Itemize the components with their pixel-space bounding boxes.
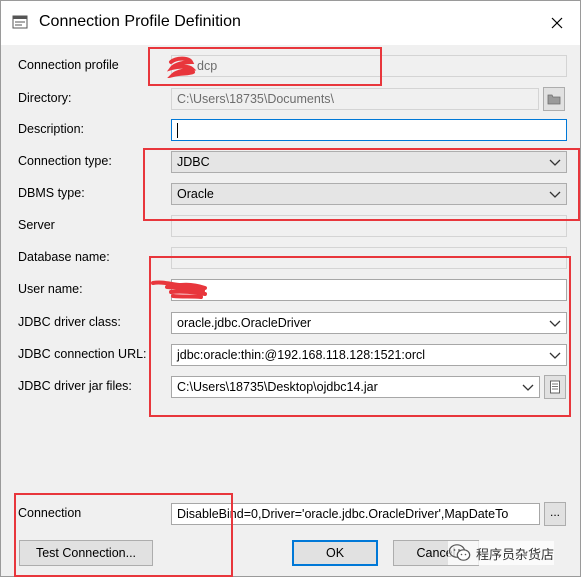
chevron-down-icon bbox=[549, 191, 561, 198]
folder-icon bbox=[547, 94, 561, 105]
test-connection-button[interactable]: Test Connection... bbox=[19, 540, 153, 566]
jdbc-driver-class-value: oracle.jdbc.OracleDriver bbox=[177, 316, 312, 330]
title-bar: Connection Profile Definition bbox=[1, 1, 580, 45]
directory-field[interactable]: C:\Users\18735\Documents\ bbox=[171, 88, 539, 110]
connection-profile-value: dcp bbox=[197, 59, 218, 73]
watermark: 程序员杂货店 bbox=[448, 541, 555, 565]
connection-type-label: Connection type: bbox=[18, 154, 112, 168]
connection-type-select[interactable]: JDBC bbox=[171, 151, 567, 173]
dbms-type-select[interactable]: Oracle bbox=[171, 183, 567, 205]
document-icon bbox=[550, 380, 560, 394]
jdbc-driver-jar-files-label: JDBC driver jar files: bbox=[18, 379, 132, 393]
window-title: Connection Profile Definition bbox=[39, 13, 241, 30]
connection-profile-label: Connection profile bbox=[18, 58, 119, 72]
jdbc-connection-url-value: jdbc:oracle:thin:@192.168.118.128:1521:o… bbox=[177, 348, 426, 362]
jdbc-connection-url-select[interactable]: jdbc:oracle:thin:@192.168.118.128:1521:o… bbox=[171, 344, 567, 366]
database-name-field[interactable] bbox=[171, 247, 567, 269]
jdbc-connection-url-label: JDBC connection URL: bbox=[18, 347, 147, 361]
user-name-label: User name: bbox=[18, 282, 83, 296]
wechat-icon bbox=[448, 544, 471, 561]
connection-profile-field[interactable]: dcp bbox=[171, 55, 567, 77]
close-icon bbox=[551, 17, 563, 29]
close-button[interactable] bbox=[534, 1, 580, 45]
browse-directory-button[interactable] bbox=[543, 87, 565, 111]
ok-button[interactable]: OK bbox=[292, 540, 378, 566]
text-cursor bbox=[177, 123, 178, 139]
description-label: Description: bbox=[18, 122, 84, 136]
jdbc-driver-jar-files-select[interactable]: C:\Users\18735\Desktop\ojdbc14.jar bbox=[171, 376, 540, 398]
chevron-down-icon bbox=[522, 384, 534, 391]
app-icon bbox=[12, 15, 28, 29]
directory-label: Directory: bbox=[18, 91, 72, 105]
server-field[interactable] bbox=[171, 215, 567, 237]
server-label: Server bbox=[18, 218, 55, 232]
chevron-down-icon bbox=[549, 352, 561, 359]
browse-jar-button[interactable] bbox=[544, 375, 566, 399]
dbms-type-label: DBMS type: bbox=[18, 186, 85, 200]
chevron-down-icon bbox=[549, 159, 561, 166]
jdbc-driver-class-label: JDBC driver class: bbox=[18, 315, 121, 329]
connection-label: Connection bbox=[18, 506, 82, 520]
user-name-input[interactable] bbox=[171, 279, 567, 301]
connection-string-field[interactable]: DisableBind=0,Driver='oracle.jdbc.Oracle… bbox=[171, 503, 540, 525]
connection-type-value: JDBC bbox=[177, 155, 210, 169]
connection-profile-dialog: Connection Profile Definition Connection… bbox=[0, 0, 581, 577]
database-name-label: Database name: bbox=[18, 250, 110, 264]
jdbc-driver-class-select[interactable]: oracle.jdbc.OracleDriver bbox=[171, 312, 567, 334]
description-input[interactable] bbox=[171, 119, 567, 141]
connection-edit-button[interactable]: ... bbox=[544, 502, 566, 526]
dbms-type-value: Oracle bbox=[177, 187, 214, 201]
jdbc-driver-jar-files-value: C:\Users\18735\Desktop\ojdbc14.jar bbox=[177, 380, 378, 394]
watermark-text: 程序员杂货店 bbox=[476, 546, 555, 562]
chevron-down-icon bbox=[549, 320, 561, 327]
